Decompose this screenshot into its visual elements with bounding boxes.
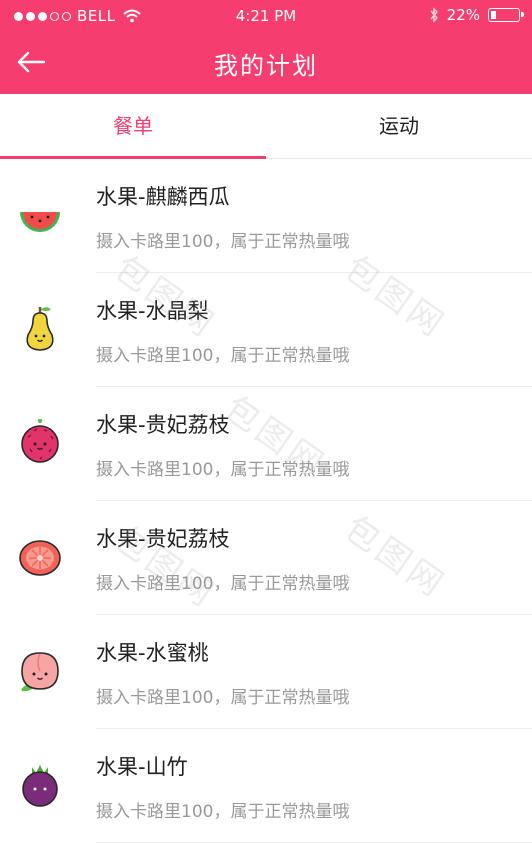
pear-icon — [26, 307, 54, 351]
lychee-icon — [21, 419, 59, 463]
tab-meal-plan-label: 餐单 — [113, 114, 153, 138]
item-name: 水果-贵妃荔枝 — [96, 413, 230, 437]
grapefruit-icon — [19, 540, 61, 576]
list-item[interactable]: 水果-水晶梨 摄入卡路里100，属于正常热量哦 — [0, 273, 532, 387]
item-name: 水果-山竹 — [96, 755, 188, 779]
tab-exercise[interactable]: 运动 — [266, 94, 532, 158]
item-name: 水果-麒麟西瓜 — [96, 185, 230, 209]
mangosteen-icon — [22, 765, 58, 807]
food-list: 水果-麒麟西瓜 摄入卡路里100，属于正常热量哦 水果-水晶梨 摄入卡路里100… — [0, 159, 532, 843]
tab-exercise-label: 运动 — [379, 114, 419, 138]
page-title: 我的计划 — [214, 52, 318, 80]
watermelon-icon — [20, 212, 60, 232]
item-description: 摄入卡路里100，属于正常热量哦 — [96, 802, 350, 822]
battery-percent: 22% — [446, 6, 480, 24]
list-item[interactable]: 水果-贵妃荔枝 摄入卡路里100，属于正常热量哦 — [0, 501, 532, 615]
item-name: 水果-贵妃荔枝 — [96, 527, 230, 551]
list-item[interactable]: 水果-麒麟西瓜 摄入卡路里100，属于正常热量哦 — [0, 159, 532, 273]
item-description: 摄入卡路里100，属于正常热量哦 — [96, 460, 350, 480]
item-description: 摄入卡路里100，属于正常热量哦 — [96, 232, 350, 252]
list-item[interactable]: 水果-水蜜桃 摄入卡路里100，属于正常热量哦 — [0, 615, 532, 729]
nav-bar: 我的计划 — [0, 30, 532, 94]
item-description: 摄入卡路里100，属于正常热量哦 — [96, 574, 350, 594]
item-description: 摄入卡路里100，属于正常热量哦 — [96, 688, 350, 708]
status-bar: BELL 4:21 PM 22% — [0, 0, 532, 30]
peach-icon — [21, 652, 59, 692]
bluetooth-icon — [430, 7, 438, 23]
item-name: 水果-水蜜桃 — [96, 641, 209, 665]
app-header: BELL 4:21 PM 22% 我的计划 — [0, 0, 532, 94]
item-name: 水果-水晶梨 — [96, 299, 209, 323]
list-item[interactable]: 水果-贵妃荔枝 摄入卡路里100，属于正常热量哦 — [0, 387, 532, 501]
battery-icon — [488, 8, 524, 22]
list-item[interactable]: 水果-山竹 摄入卡路里100，属于正常热量哦 — [0, 729, 532, 843]
item-description: 摄入卡路里100，属于正常热量哦 — [96, 346, 350, 366]
tab-bar: 餐单 运动 — [0, 94, 532, 159]
tab-meal-plan[interactable]: 餐单 — [0, 94, 266, 159]
